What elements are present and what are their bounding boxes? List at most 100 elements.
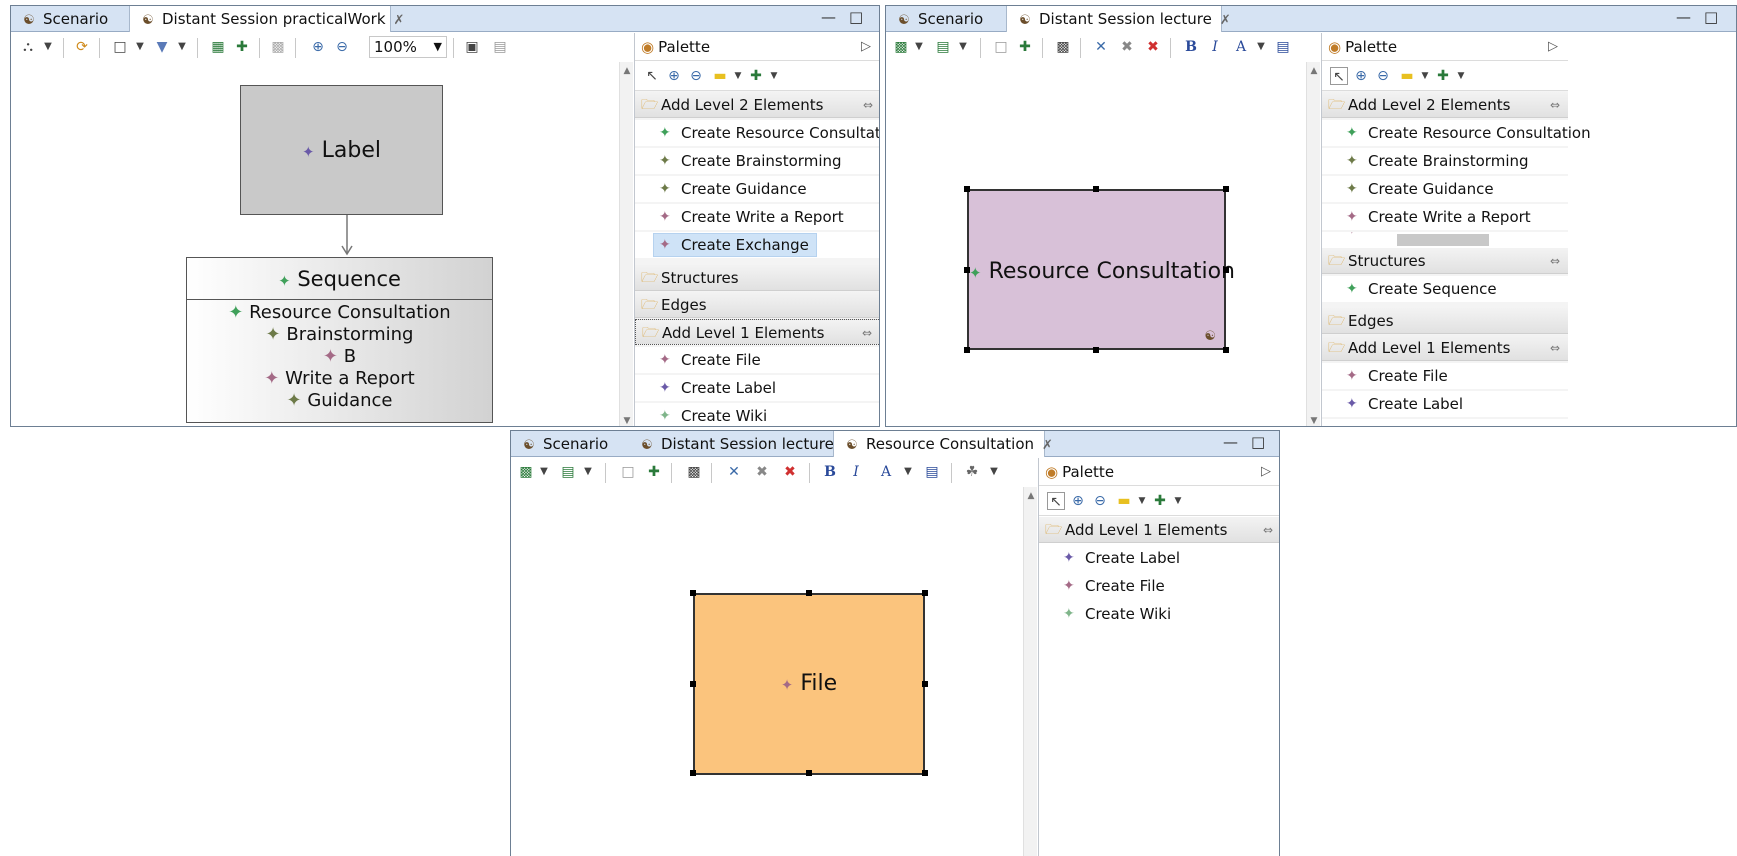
palette-entry-selected[interactable]: ✦ Create Exchange: [635, 232, 879, 258]
note-attachment-icon[interactable]: ✚: [1434, 67, 1452, 85]
label-node[interactable]: ✦ Label: [240, 85, 443, 215]
italic-icon[interactable]: I: [847, 463, 865, 481]
palette-entry[interactable]: ✦Create Resource Consultation: [1322, 120, 1591, 146]
bold-icon[interactable]: B: [1182, 38, 1200, 56]
drawer-edges[interactable]: 🗁 Edges: [635, 292, 879, 318]
scroll-up-icon[interactable]: ▲: [1307, 66, 1321, 76]
palette-entry[interactable]: ✦ Create Sequence: [1322, 276, 1568, 302]
zoom-out-icon[interactable]: ⊖: [1374, 67, 1392, 85]
maximize-icon[interactable]: □: [1704, 8, 1718, 26]
zoom-out-icon[interactable]: ⊖: [1091, 492, 1109, 510]
layer-icon[interactable]: □: [111, 38, 129, 56]
copy-format-icon[interactable]: ▩: [1054, 38, 1072, 56]
note-icon[interactable]: ▬: [1115, 492, 1133, 510]
dropdown-arrow-icon[interactable]: ▼: [39, 38, 57, 56]
arrange-icon[interactable]: ▩: [892, 38, 910, 56]
sequence-node[interactable]: ✦ Sequence ✦ Resource Consultation ✦ Bra…: [186, 257, 493, 423]
maximize-icon[interactable]: □: [1251, 433, 1265, 451]
close-icon[interactable]: ✗: [1220, 13, 1231, 28]
font-color-icon[interactable]: A: [877, 463, 895, 481]
sequence-item[interactable]: ✦ Brainstorming: [187, 324, 492, 346]
font-icon[interactable]: ▤: [1274, 38, 1292, 56]
dropdown-arrow-icon[interactable]: ▼: [765, 67, 783, 85]
dropdown-arrow-icon[interactable]: ▼: [173, 38, 191, 56]
drawer-add-level-1[interactable]: 🗁 Add Level 1 Elements ⇔: [1322, 335, 1568, 361]
arrange-icon[interactable]: ▩: [517, 463, 535, 481]
dropdown-arrow-icon[interactable]: ▼: [985, 463, 1003, 481]
pin-icon[interactable]: ✚: [645, 463, 663, 481]
dropdown-arrow-icon[interactable]: ▼: [535, 463, 553, 481]
dropdown-arrow-icon[interactable]: ▼: [910, 38, 928, 56]
collapse-palette-icon[interactable]: ▷: [1548, 33, 1558, 61]
dropdown-arrow-icon[interactable]: ▼: [1252, 38, 1270, 56]
italic-icon[interactable]: I: [1206, 38, 1224, 56]
scroll-up-icon[interactable]: ▲: [1024, 491, 1038, 501]
resize-handle[interactable]: [964, 267, 970, 273]
scroll-up-icon[interactable]: ▲: [620, 66, 634, 76]
tab-distant-session-lecture[interactable]: ☯ Distant Session lecture: [629, 431, 834, 457]
close-icon[interactable]: ✗: [1042, 438, 1053, 453]
sequence-item[interactable]: ✦ B: [187, 346, 492, 368]
resize-handle[interactable]: [690, 681, 696, 687]
tab-scenario[interactable]: ☯ Scenario: [886, 6, 1006, 32]
drawer-add-level-2[interactable]: 🗁 Add Level 2 Elements ⇔: [1322, 92, 1568, 118]
hide-icon[interactable]: ✕: [1092, 38, 1110, 56]
palette-entry[interactable]: ✦ Create File: [1322, 363, 1568, 389]
palette-entry[interactable]: ✦ Create Brainstorming: [635, 148, 879, 174]
palette-entry[interactable]: ✦ Create Label: [1322, 391, 1568, 417]
tab-resource-consultation[interactable]: ☯ Resource Consultation ✗: [833, 431, 1053, 457]
resize-handle[interactable]: [1223, 267, 1229, 273]
refresh-icon[interactable]: ⟳: [73, 38, 91, 56]
select-all-icon[interactable]: ⛬: [19, 38, 37, 56]
drawer-edges[interactable]: 🗁 Edges: [1322, 308, 1568, 334]
resize-handle[interactable]: [1223, 347, 1229, 353]
resize-handle[interactable]: [964, 347, 970, 353]
resize-handle[interactable]: [806, 590, 812, 596]
pin-icon[interactable]: ✚: [1016, 38, 1034, 56]
font-icon[interactable]: ▤: [923, 463, 941, 481]
collapse-palette-icon[interactable]: ▷: [861, 33, 871, 61]
properties-icon[interactable]: ▤: [491, 38, 509, 56]
drawer-structures[interactable]: 🗁 Structures: [635, 265, 879, 291]
pin-icon[interactable]: ⇔: [863, 92, 873, 118]
resize-handle[interactable]: [690, 590, 696, 596]
align-icon[interactable]: ▤: [934, 38, 952, 56]
zoom-in-icon[interactable]: ⊕: [665, 67, 683, 85]
camera-icon[interactable]: ▣: [463, 38, 481, 56]
palette-entry[interactable]: ✦ Create Write a Report: [1322, 204, 1568, 230]
pin-icon[interactable]: ⇔: [862, 320, 872, 346]
palette-entry[interactable]: ✦ Create Label: [1039, 545, 1279, 571]
palette-entry[interactable]: ✦ Create Brainstorming: [1322, 148, 1568, 174]
collapse-palette-icon[interactable]: ▷: [1261, 458, 1271, 486]
tab-scenario[interactable]: ☯ Scenario: [11, 6, 129, 32]
file-node[interactable]: ✦ File: [693, 593, 925, 775]
pin-icon[interactable]: ⇔: [1263, 517, 1273, 543]
dropdown-arrow-icon[interactable]: ▼: [131, 38, 149, 56]
palette-entry[interactable]: ✦Create Resource Consultation: [635, 120, 879, 146]
sequence-item[interactable]: ✦ Guidance: [187, 390, 492, 412]
dropdown-arrow-icon[interactable]: ▼: [579, 463, 597, 481]
tab-scenario[interactable]: ☯ Scenario: [511, 431, 629, 457]
note-attachment-icon[interactable]: ✚: [747, 67, 765, 85]
resize-handle[interactable]: [964, 186, 970, 192]
select-arrow-icon[interactable]: ↖: [643, 67, 661, 85]
zoom-in-icon[interactable]: ⊕: [1069, 492, 1087, 510]
resize-handle[interactable]: [922, 770, 928, 776]
scroll-down-icon[interactable]: ▼: [1307, 416, 1321, 426]
select-arrow-icon[interactable]: ↖: [1047, 492, 1065, 510]
dropdown-arrow-icon[interactable]: ▼: [729, 67, 747, 85]
palette-entry[interactable]: ✦ Create Wiki: [1039, 601, 1279, 627]
select-arrow-icon[interactable]: ↖: [1330, 67, 1348, 85]
filter-icon[interactable]: ▼: [153, 38, 171, 56]
pin-icon[interactable]: ⇔: [1550, 92, 1560, 118]
palette-entry[interactable]: ✦ Create Write a Report: [635, 204, 879, 230]
show-icon[interactable]: □: [992, 38, 1010, 56]
dropdown-arrow-icon[interactable]: ▼: [954, 38, 972, 56]
bold-icon[interactable]: B: [821, 463, 839, 481]
zoom-out-icon[interactable]: ⊖: [687, 67, 705, 85]
resize-handle[interactable]: [922, 681, 928, 687]
minimize-icon[interactable]: —: [821, 8, 836, 26]
pin-icon[interactable]: ✚: [233, 38, 251, 56]
dropdown-arrow-icon[interactable]: ▼: [1416, 67, 1434, 85]
close-icon[interactable]: ✗: [394, 13, 405, 28]
